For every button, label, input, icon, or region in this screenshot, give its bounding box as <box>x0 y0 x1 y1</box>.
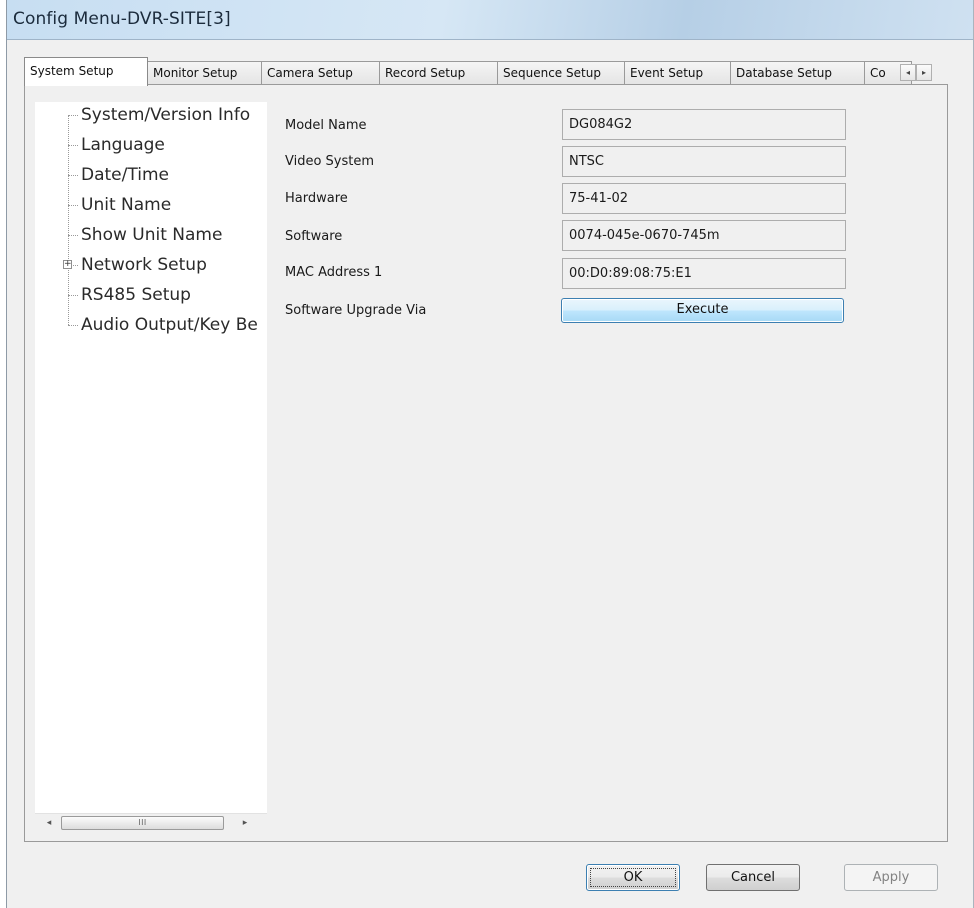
tree-horizontal-scrollbar[interactable]: ◂ III ▸ <box>35 813 267 831</box>
settings-tree: System/Version Info Language Date/Time U… <box>35 102 267 831</box>
tab-camera-setup[interactable]: Camera Setup <box>261 61 380 85</box>
tree-item-label: RS485 Setup <box>81 285 191 305</box>
cancel-button[interactable]: Cancel <box>706 864 800 891</box>
tree-item-label: System/Version Info <box>81 105 251 125</box>
model-name-value: DG084G2 <box>562 109 846 140</box>
tree-item-label: Audio Output/Key Be <box>81 315 258 335</box>
tree-item-audio-output[interactable]: Audio Output/Key Be <box>35 312 267 342</box>
execute-button[interactable]: Execute <box>561 298 844 323</box>
tab-monitor-setup[interactable]: Monitor Setup <box>147 61 262 85</box>
tree-item-label: Unit Name <box>81 195 172 215</box>
tree-connector <box>68 145 78 146</box>
scrollbar-thumb[interactable]: III <box>61 816 224 830</box>
tab-database-setup[interactable]: Database Setup <box>730 61 865 85</box>
scroll-left-icon[interactable]: ◂ <box>41 816 57 830</box>
tree-item-system-version-info[interactable]: System/Version Info <box>35 102 267 132</box>
tree-connector <box>68 295 78 296</box>
tab-scroll-left-icon[interactable]: ◂ <box>900 64 916 81</box>
tab-sequence-setup[interactable]: Sequence Setup <box>497 61 625 85</box>
tab-system-setup[interactable]: System Setup <box>24 57 148 86</box>
mac-address-label: MAC Address 1 <box>285 265 383 280</box>
expand-plus-icon[interactable]: + <box>63 260 72 269</box>
tree-connector <box>68 325 78 326</box>
tree-item-date-time[interactable]: Date/Time <box>35 162 267 192</box>
software-label: Software <box>285 229 343 244</box>
tree-item-show-unit-name[interactable]: Show Unit Name <box>35 222 267 252</box>
ok-button[interactable]: OK <box>586 864 680 891</box>
tree-connector <box>68 175 78 176</box>
tree-item-language[interactable]: Language <box>35 132 267 162</box>
video-system-value: NTSC <box>562 146 846 177</box>
focus-rectangle <box>590 868 676 887</box>
title-bar[interactable]: Config Menu-DVR-SITE[3] <box>7 0 973 40</box>
model-name-label: Model Name <box>285 118 367 133</box>
apply-button[interactable]: Apply <box>844 864 938 891</box>
hardware-label: Hardware <box>285 191 348 206</box>
software-upgrade-label: Software Upgrade Via <box>285 303 427 318</box>
tab-strip: System Setup Monitor Setup Camera Setup … <box>24 57 948 86</box>
tree-item-network-setup[interactable]: + Network Setup <box>35 252 267 282</box>
tree-connector <box>68 235 78 236</box>
mac-address-value: 00:D0:89:08:75:E1 <box>562 258 846 289</box>
video-system-label: Video System <box>285 154 375 169</box>
scroll-right-icon[interactable]: ▸ <box>237 816 253 830</box>
tree-connector <box>68 205 78 206</box>
window-title: Config Menu-DVR-SITE[3] <box>13 9 231 29</box>
tab-record-setup[interactable]: Record Setup <box>379 61 498 85</box>
tab-page-system-setup: System/Version Info Language Date/Time U… <box>24 84 948 842</box>
tree-connector <box>68 115 78 116</box>
tree-item-label: Language <box>81 135 165 155</box>
tab-scroll-right-icon[interactable]: ▸ <box>916 64 932 81</box>
tree-item-label: Date/Time <box>81 165 169 185</box>
tree-item-unit-name[interactable]: Unit Name <box>35 192 267 222</box>
tree-item-label: Network Setup <box>81 255 207 275</box>
software-value: 0074-045e-0670-745m <box>562 220 846 251</box>
tree-item-rs485-setup[interactable]: RS485 Setup <box>35 282 267 312</box>
tree-item-label: Show Unit Name <box>81 225 223 245</box>
hardware-value: 75-41-02 <box>562 183 846 214</box>
tab-event-setup[interactable]: Event Setup <box>624 61 731 85</box>
